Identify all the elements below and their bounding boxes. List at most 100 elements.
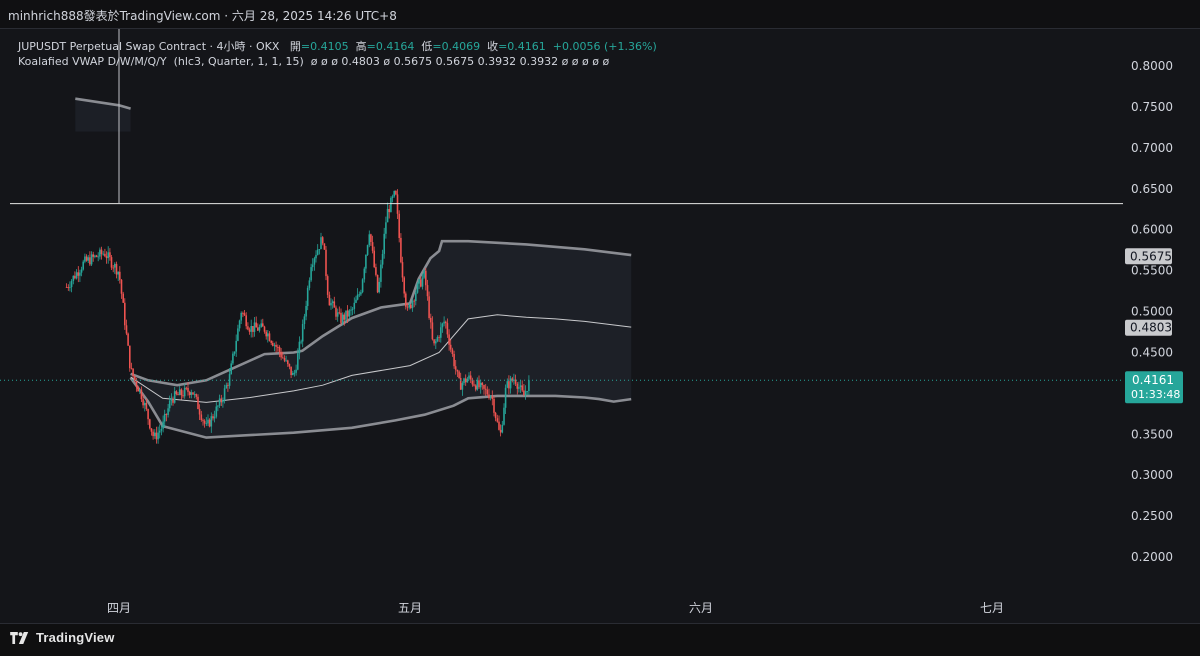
candle-body [301, 324, 304, 342]
candle-body [168, 400, 171, 409]
candle-body [513, 379, 515, 381]
candle-body [157, 432, 159, 440]
price-chart[interactable]: 0.8000 0.7500 0.7000 0.6500 0.6000 0.5500 0.50… [0, 29, 1200, 623]
candle-body [400, 237, 402, 263]
candle-body [225, 385, 228, 389]
candle-body [308, 280, 311, 288]
candle-body [371, 242, 374, 251]
candle-body [257, 327, 259, 331]
x-tick-label: 六月 [689, 601, 713, 615]
candle-body [298, 341, 301, 354]
candle-body [115, 263, 118, 275]
price-axis[interactable]: 0.8000 0.7500 0.7000 0.6500 0.6000 0.5500 0.50… [1131, 59, 1173, 564]
candle-body [373, 250, 375, 268]
candle-body [370, 234, 372, 242]
candle-body [464, 378, 467, 383]
symbol-legend[interactable]: JUPUSDT Perpetual Swap Contract · 4小時 · … [18, 38, 657, 54]
candle-body [353, 302, 356, 309]
candle-body [80, 269, 83, 273]
candle-body [75, 272, 78, 279]
candle-body [124, 302, 126, 326]
candle-body [386, 209, 389, 223]
candle-body [484, 388, 487, 390]
candle-body [378, 281, 380, 293]
candle-body [385, 222, 387, 234]
candle-body [262, 323, 264, 327]
candle-body [125, 325, 128, 334]
candle-body [212, 416, 214, 419]
candle-body [245, 315, 247, 327]
candle-body [320, 237, 322, 250]
candle-body [170, 399, 173, 401]
candle-body [463, 378, 465, 384]
candle-body [521, 385, 523, 391]
candle-body [218, 398, 221, 406]
candle-body [410, 304, 412, 308]
candle-body [102, 253, 104, 255]
candle-body [90, 254, 93, 265]
y-tick-label: 0.3000 [1131, 468, 1173, 482]
candle-body [300, 341, 302, 343]
vwap-price-label: 0.4803 [1130, 321, 1172, 335]
candle-body [478, 380, 480, 388]
candle-body [250, 326, 252, 332]
tradingview-brand: TradingView [36, 630, 115, 645]
candle-body [242, 312, 244, 314]
candle-body [70, 281, 73, 288]
candle-body [295, 369, 297, 373]
candle-body [496, 418, 499, 422]
candle-body [200, 414, 203, 420]
candle-body [255, 322, 257, 328]
candle-body [408, 304, 410, 308]
candle-body [383, 233, 385, 254]
candle-body [223, 388, 226, 401]
time-axis[interactable]: 四月 五月 六月 七月 [107, 601, 1004, 615]
y-tick-label: 0.6500 [1131, 182, 1173, 196]
x-tick-label: 五月 [398, 601, 422, 615]
candle-body [411, 300, 414, 309]
candle-body [499, 429, 502, 433]
candle-body [122, 293, 124, 303]
indicator-legend[interactable]: Koalafied VWAP D/W/M/Q/Y (hlc3, Quarter,… [18, 55, 609, 68]
candle-body [343, 314, 346, 320]
candle-body [363, 268, 366, 280]
candle-body [345, 310, 347, 320]
candle-body [132, 368, 134, 377]
candle-body [393, 191, 395, 197]
candle-body [283, 358, 286, 361]
candle-body [330, 302, 332, 306]
candle-body [95, 255, 98, 257]
chart-pane[interactable]: 0.8000 0.7500 0.7000 0.6500 0.6000 0.5500 0.50… [0, 28, 1200, 624]
candle-body [528, 380, 530, 391]
candle-body [476, 380, 479, 390]
candle-body [430, 317, 432, 323]
candle-body [469, 375, 472, 380]
candle-body [72, 275, 75, 281]
candle-body [207, 419, 209, 424]
candle-body [501, 424, 504, 433]
candle-body [446, 323, 449, 335]
tradingview-logo[interactable]: TradingView [10, 630, 115, 645]
candle-body [479, 382, 482, 388]
candle-body [104, 253, 106, 257]
y-tick-label: 0.2000 [1131, 550, 1173, 564]
candle-body [433, 339, 435, 344]
candle-body [498, 421, 500, 430]
candle-body [431, 322, 434, 340]
candle-body [449, 344, 452, 350]
candle-body [306, 287, 309, 306]
candle-body [230, 363, 232, 375]
candle-body [403, 277, 405, 294]
candle-body [516, 383, 519, 389]
y-tick-label: 0.3500 [1131, 427, 1173, 441]
candle-body [203, 420, 206, 424]
candle-body [173, 391, 176, 403]
candle-body [74, 275, 76, 279]
candle-body [311, 264, 314, 268]
y-tick-label: 0.5500 [1131, 264, 1173, 278]
candle-body [158, 430, 161, 433]
top-bar: minhrich888發表於TradingView.com · 六月 28, 2… [0, 0, 1200, 28]
candle-body [348, 310, 351, 317]
candle-body [440, 327, 442, 338]
candle-body [418, 279, 420, 284]
